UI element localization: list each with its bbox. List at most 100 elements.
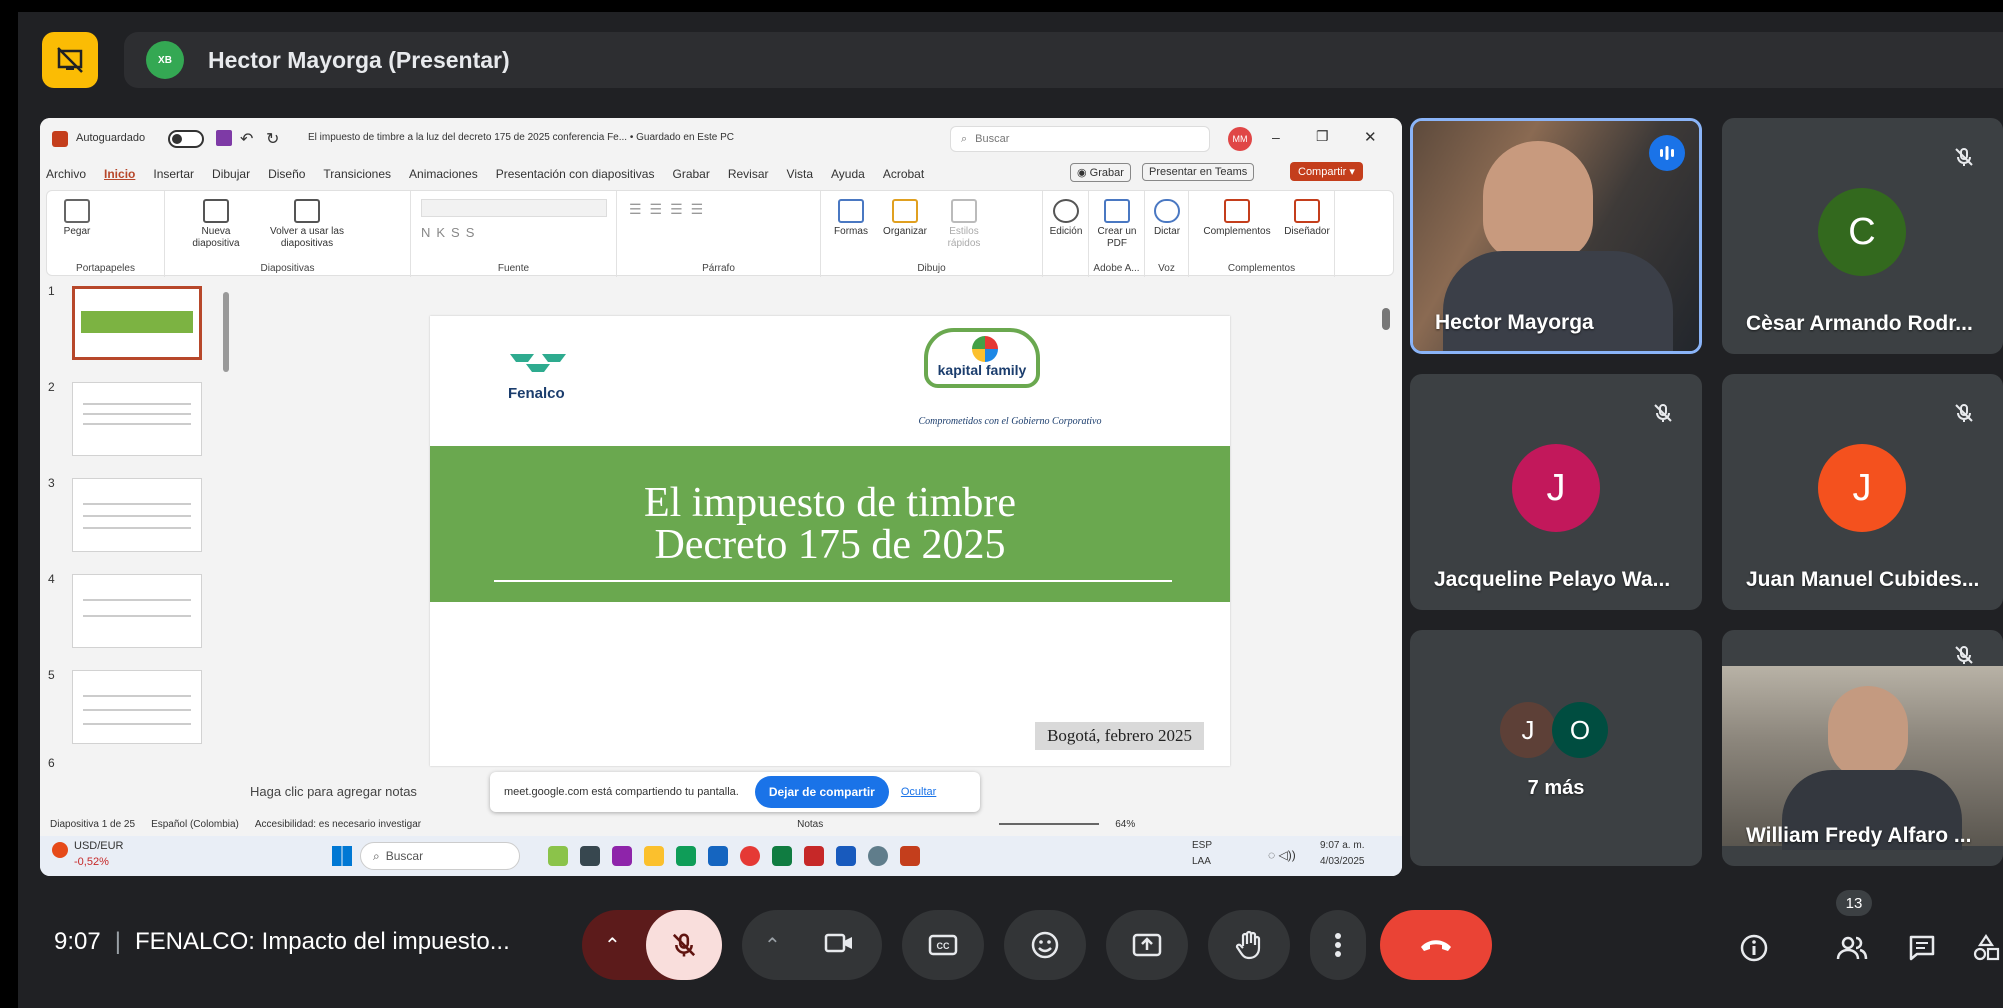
tab-diseno[interactable]: Diseño	[268, 167, 305, 181]
user-avatar[interactable]: MM	[1228, 127, 1252, 151]
record-button[interactable]: ◉ Grabar	[1070, 163, 1131, 182]
outlook-icon[interactable]	[836, 846, 856, 866]
hide-button[interactable]: Ocultar	[901, 786, 936, 798]
people-icon[interactable]	[1834, 930, 1870, 966]
chrome-icon[interactable]	[740, 846, 760, 866]
taskbar-date[interactable]: 4/03/2025	[1320, 856, 1365, 867]
tab-dibujar[interactable]: Dibujar	[212, 167, 250, 181]
font-format-buttons[interactable]: NKSS	[421, 225, 480, 240]
raise-hand-icon[interactable]	[1208, 910, 1290, 980]
shapes-button[interactable]: Formas	[829, 199, 873, 238]
quick-styles-button[interactable]: Estilos rápidos	[939, 199, 989, 250]
chevron-up-icon[interactable]: ⌃	[604, 933, 621, 958]
taskbar-search[interactable]: ⌕ Buscar	[360, 842, 520, 870]
accessibility-status[interactable]: Accesibilidad: es necesario investigar	[255, 819, 421, 830]
taskbar-time[interactable]: 9:07 a. m.	[1320, 840, 1364, 851]
chat-icon[interactable]	[1904, 930, 1940, 966]
taskbar-app-icon[interactable]	[612, 846, 632, 866]
participant-tile-more[interactable]: J O 7 más	[1410, 630, 1702, 866]
slide-thumbnail-1[interactable]	[72, 286, 202, 360]
powerpoint-icon[interactable]	[900, 846, 920, 866]
keyboard-layout[interactable]: LAA	[1192, 856, 1211, 867]
participant-tile-juan[interactable]: J Juan Manuel Cubides...	[1722, 374, 2003, 610]
tab-archivo[interactable]: Archivo	[46, 167, 86, 181]
tab-presentacion[interactable]: Presentación con diapositivas	[496, 167, 655, 181]
wifi-volume-icon[interactable]: ◌ ◁))	[1268, 848, 1296, 862]
redo-icon[interactable]: ↻	[266, 129, 279, 149]
ticker-label[interactable]: USD/EUR	[74, 840, 124, 852]
taskbar-app-icon[interactable]	[676, 846, 696, 866]
new-slide-button[interactable]: Nueva diapositiva	[181, 199, 251, 250]
reuse-slides-button[interactable]: Volver a usar las diapositivas	[265, 199, 349, 250]
participant-tile-hector[interactable]: Hector Mayorga	[1410, 118, 1702, 354]
dictate-button[interactable]: Dictar	[1147, 199, 1187, 238]
paste-button[interactable]: Pegar	[57, 199, 97, 238]
meeting-title[interactable]: FENALCO: Impacto del impuesto...	[135, 928, 510, 955]
stop-sharing-button[interactable]: Dejar de compartir	[754, 776, 889, 808]
slide-thumbnail-5[interactable]	[72, 670, 202, 744]
font-name-select[interactable]	[421, 199, 607, 217]
camera-icon[interactable]	[824, 931, 854, 960]
camera-control-group: ⌃	[742, 910, 882, 980]
ppt-search-box[interactable]: ⌕ Buscar	[950, 126, 1210, 152]
autosave-toggle[interactable]	[168, 130, 204, 148]
tab-animaciones[interactable]: Animaciones	[409, 167, 478, 181]
editing-button[interactable]: Edición	[1045, 199, 1087, 238]
excel-icon[interactable]	[772, 846, 792, 866]
tab-acrobat[interactable]: Acrobat	[883, 167, 924, 181]
windows-start-icon[interactable]	[332, 846, 352, 866]
present-icon[interactable]	[1106, 910, 1188, 980]
undo-icon[interactable]: ↶	[240, 129, 253, 149]
addins-button[interactable]: Complementos	[1195, 199, 1279, 238]
document-title[interactable]: El impuesto de timbre a la luz del decre…	[308, 132, 734, 143]
settings-icon[interactable]	[868, 846, 888, 866]
slide-thumbnail-4[interactable]	[72, 574, 202, 648]
designer-button[interactable]: Diseñador	[1281, 199, 1333, 238]
arrange-button[interactable]: Organizar	[877, 199, 933, 238]
taskbar-app-icon[interactable]	[548, 846, 568, 866]
notes-placeholder[interactable]: Haga clic para agregar notas	[250, 784, 417, 799]
tab-transiciones[interactable]: Transiciones	[323, 167, 391, 181]
language-status[interactable]: Español (Colombia)	[151, 819, 239, 830]
info-icon[interactable]	[1736, 930, 1772, 966]
mic-off-icon	[1947, 638, 1981, 672]
activities-icon[interactable]	[1968, 930, 2003, 966]
tab-ayuda[interactable]: Ayuda	[831, 167, 865, 181]
zoom-level[interactable]: 64%	[1115, 819, 1135, 830]
create-pdf-button[interactable]: Crear un PDF	[1093, 199, 1141, 250]
tab-grabar[interactable]: Grabar	[672, 167, 709, 181]
chevron-up-icon[interactable]: ⌃	[764, 933, 781, 958]
taskbar-app-icon[interactable]	[708, 846, 728, 866]
more-vert-icon[interactable]	[1310, 910, 1366, 980]
tab-insertar[interactable]: Insertar	[153, 167, 194, 181]
share-button[interactable]: Compartir ▾	[1290, 162, 1363, 181]
paragraph-buttons[interactable]: ☰☰☰☰	[629, 201, 711, 218]
folder-icon[interactable]	[644, 846, 664, 866]
language-indicator[interactable]: ESP	[1192, 840, 1212, 851]
tab-vista[interactable]: Vista	[787, 167, 813, 181]
hangup-icon[interactable]	[1380, 910, 1492, 980]
tab-inicio[interactable]: Inicio	[104, 167, 135, 181]
mic-off-icon[interactable]	[646, 910, 722, 980]
save-icon[interactable]	[216, 130, 232, 146]
participant-tile-william[interactable]: William Fredy Alfaro ...	[1722, 630, 2003, 866]
slide-scrollbar[interactable]	[1382, 308, 1390, 330]
tab-revisar[interactable]: Revisar	[728, 167, 769, 181]
notes-toggle[interactable]: Notas	[797, 819, 823, 830]
thumbnail-scrollbar[interactable]	[223, 292, 229, 372]
participant-tile-cesar[interactable]: C Cèsar Armando Rodr...	[1722, 118, 2003, 354]
present-teams-button[interactable]: Presentar en Teams	[1142, 163, 1255, 181]
person-head	[1483, 141, 1593, 261]
present-off-icon[interactable]	[42, 32, 98, 88]
slide-thumbnail-3[interactable]	[72, 478, 202, 552]
participant-tile-jacqueline[interactable]: J Jacqueline Pelayo Wa...	[1410, 374, 1702, 610]
zoom-slider[interactable]	[999, 823, 1100, 825]
restore-icon[interactable]: ❐	[1316, 128, 1329, 145]
emoji-icon[interactable]	[1004, 910, 1086, 980]
taskbar-app-icon[interactable]	[580, 846, 600, 866]
slide-thumbnail-2[interactable]	[72, 382, 202, 456]
close-icon[interactable]: ✕	[1364, 128, 1377, 146]
captions-icon[interactable]: CC	[902, 910, 984, 980]
minimize-icon[interactable]: –	[1272, 129, 1280, 145]
pdf-icon[interactable]	[804, 846, 824, 866]
